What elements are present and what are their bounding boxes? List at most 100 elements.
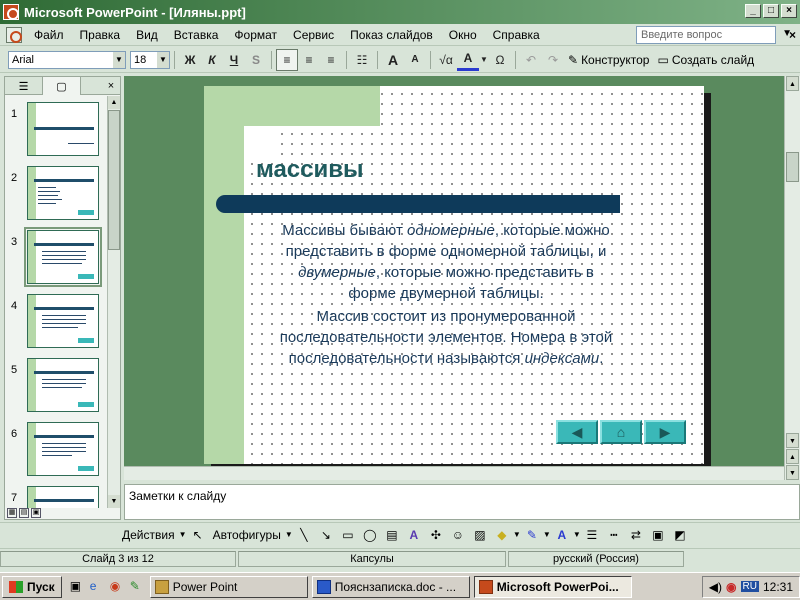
menu-help[interactable]: Справка (485, 28, 548, 42)
redo-icon[interactable]: ↷ (542, 49, 564, 71)
actions-menu[interactable]: Действия (118, 528, 179, 542)
menu-insert[interactable]: Вставка (166, 28, 227, 42)
align-center-icon[interactable]: ≡ (298, 49, 320, 71)
scroll-down-icon[interactable]: ▼ (786, 433, 799, 448)
symbol-icon[interactable]: Ω (489, 49, 511, 71)
task-word-document[interactable]: Пояснзаписка.doc - ... (311, 575, 470, 598)
align-right-icon[interactable]: ≡ (320, 49, 342, 71)
slide-thumbnail[interactable] (27, 294, 99, 348)
home-icon[interactable]: ⌂ (600, 420, 642, 444)
previous-slide-icon[interactable]: ◀ (556, 420, 598, 444)
chevron-down-icon[interactable]: ▼ (157, 51, 169, 68)
powerpoint-icon[interactable] (3, 4, 19, 20)
slide-thumbnail-active[interactable] (24, 227, 102, 287)
menu-window[interactable]: Окно (441, 28, 485, 42)
textbox-icon[interactable]: ▤ (381, 525, 403, 545)
thumbnail-row[interactable]: 5 (5, 352, 108, 416)
menu-tools[interactable]: Сервис (285, 28, 342, 42)
scroll-up-icon[interactable]: ▲ (786, 76, 799, 91)
thumbnail-row[interactable]: 2 (5, 160, 108, 224)
diagram-icon[interactable]: ✣ (425, 525, 447, 545)
slide-thumbnail[interactable] (27, 358, 99, 412)
notes-pane[interactable]: Заметки к слайду (124, 484, 800, 520)
next-slide-scroll-icon[interactable]: ▼ (786, 465, 799, 480)
document-close-button[interactable]: × (789, 28, 796, 42)
bullets-icon[interactable]: ☷ (351, 49, 373, 71)
shadow-button[interactable]: S (245, 49, 267, 71)
rectangle-icon[interactable]: ▭ (337, 525, 359, 545)
text-color-icon[interactable]: A (551, 525, 573, 545)
fill-color-icon[interactable]: ◆ (491, 525, 513, 545)
dash-style-icon[interactable]: ┅ (603, 525, 625, 545)
scroll-up-icon[interactable]: ▲ (108, 96, 120, 109)
arrow-icon[interactable]: ↘ (315, 525, 337, 545)
app-icon[interactable]: ✎ (130, 579, 146, 595)
chevron-down-icon[interactable]: ▼ (113, 51, 125, 68)
bold-button[interactable]: Ж (179, 49, 201, 71)
ellipse-icon[interactable]: ◯ (359, 525, 381, 545)
wordart-icon[interactable]: A (403, 525, 425, 545)
previous-slide-scroll-icon[interactable]: ▲ (786, 449, 799, 464)
align-left-icon[interactable]: ≡ (276, 48, 298, 71)
menu-format[interactable]: Формат (226, 28, 285, 42)
arrow-style-icon[interactable]: ⇄ (625, 525, 647, 545)
document-icon[interactable] (6, 26, 22, 43)
media-icon[interactable]: ◉ (110, 579, 126, 595)
increase-font-icon[interactable]: A (382, 49, 404, 71)
shadow-style-icon[interactable]: ▣ (647, 525, 669, 545)
decrease-font-icon[interactable]: A (404, 49, 426, 71)
picture-icon[interactable]: ▨ (469, 525, 491, 545)
menu-file[interactable]: Файл (26, 28, 72, 42)
keyboard-layout[interactable]: RU (740, 581, 759, 592)
font-color-icon[interactable]: A (457, 49, 479, 71)
horizontal-scrollbar[interactable] (124, 466, 784, 480)
equation-icon[interactable]: √α (435, 49, 457, 71)
design-button[interactable]: ✎ Конструктор (564, 53, 653, 67)
underline-button[interactable]: Ч (223, 49, 245, 71)
slide-canvas[interactable]: массивы Массивы бывают одномерные, котор… (204, 86, 704, 464)
volume-icon[interactable]: ◀) (709, 580, 722, 594)
close-button[interactable]: × (781, 4, 797, 18)
chevron-down-icon[interactable]: ▼ (543, 525, 551, 545)
thumbnail-row[interactable]: 4 (5, 288, 108, 352)
chevron-down-icon[interactable]: ▼ (179, 525, 187, 545)
menu-view[interactable]: Вид (128, 28, 166, 42)
tab-outline[interactable]: ☰ (5, 77, 43, 95)
help-search-input[interactable]: Введите вопрос (636, 26, 776, 44)
antivirus-icon[interactable]: ◉ (726, 580, 736, 594)
menu-edit[interactable]: Правка (72, 28, 129, 42)
task-powerpoint[interactable]: Microsoft PowerPoi... (473, 575, 632, 598)
sorter-view-icon[interactable]: ▤ (19, 508, 29, 518)
desktop-icon[interactable]: ▣ (70, 579, 86, 595)
chevron-down-icon[interactable]: ▼ (513, 525, 521, 545)
task-power-point-folder[interactable]: Power Point (149, 575, 308, 598)
start-button[interactable]: Пуск (2, 575, 62, 598)
clipart-icon[interactable]: ☺ (447, 525, 469, 545)
chevron-down-icon[interactable]: ▼ (479, 49, 489, 71)
line-style-icon[interactable]: ☰ (581, 525, 603, 545)
slide-thumbnail[interactable] (27, 102, 99, 156)
new-slide-button[interactable]: ▭ Создать слайд (653, 53, 758, 67)
scroll-thumb[interactable] (108, 110, 120, 250)
italic-button[interactable]: К (201, 49, 223, 71)
thumbnail-row[interactable]: 1 (5, 96, 108, 160)
chevron-down-icon[interactable]: ▼ (285, 525, 293, 545)
autoshapes-menu[interactable]: Автофигуры (209, 528, 285, 542)
slide-thumbnail[interactable] (27, 486, 99, 508)
clock[interactable]: 12:31 (763, 580, 793, 594)
chevron-down-icon[interactable]: ▼ (573, 525, 581, 545)
maximize-button[interactable]: □ (763, 4, 779, 18)
slideshow-view-icon[interactable]: ▣ (31, 508, 41, 518)
slide-title[interactable]: массивы (256, 156, 363, 184)
3d-style-icon[interactable]: ◩ (669, 525, 691, 545)
pane-scrollbar[interactable]: ▲ ▼ (107, 96, 120, 508)
line-color-icon[interactable]: ✎ (521, 525, 543, 545)
tab-slides[interactable]: ▢ (43, 77, 81, 95)
line-icon[interactable]: ╲ (293, 525, 315, 545)
thumbnail-row[interactable]: 7 (5, 480, 108, 508)
slide-thumbnail[interactable] (27, 166, 99, 220)
minimize-button[interactable]: _ (745, 4, 761, 18)
scroll-thumb[interactable] (786, 152, 799, 182)
slide-body-text[interactable]: Массивы бывают одномерные, которые можно… (276, 220, 616, 369)
next-slide-icon[interactable]: ▶ (644, 420, 686, 444)
